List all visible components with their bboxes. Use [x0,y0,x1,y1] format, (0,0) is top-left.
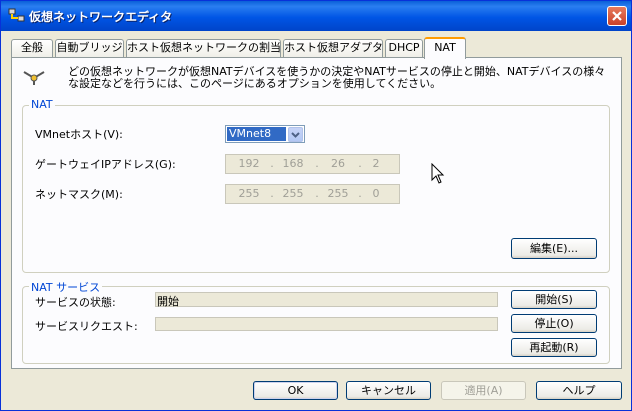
title-bar[interactable]: 仮想ネットワークエディタ [1,1,631,31]
octet-separator: . [270,187,274,200]
nat-device-icon [23,71,45,85]
vmnet-host-select[interactable]: VMnet8 [225,125,305,143]
window-title: 仮想ネットワークエディタ [29,10,173,24]
service-status-label: サービスの状態: [35,296,116,309]
ok-button[interactable]: OK [253,381,338,400]
octet-separator: . [315,187,319,200]
octet-separator: . [315,157,319,170]
nat-tab-panel: どの仮想ネットワークが仮想NATデバイスを使うかの決定やNATサービスの停止と開… [11,57,622,369]
service-request-label: サービスリクエスト: [35,320,138,333]
netmask-octet-1: 255 [238,187,260,200]
tab-nat[interactable]: NAT [424,37,466,59]
nat-group: NAT VMnetホスト(V): VMnet8 ゲートウェイIPアドレス(G):… [22,98,610,273]
edit-button[interactable]: 編集(E)... [511,238,597,259]
netmask-field[interactable]: 255 . 255 . 255 . 0 [225,184,400,204]
network-editor-icon [8,8,25,22]
restart-button[interactable]: 再起動(R) [511,338,597,357]
vmnet-host-label: VMnetホスト(V): [35,128,123,141]
service-request-field [155,317,498,331]
apply-button[interactable]: 適用(A) [441,381,526,400]
tab-host-virtual-adapter[interactable]: ホスト仮想アダプタ [283,39,383,57]
start-button[interactable]: 開始(S) [511,290,597,309]
close-button[interactable] [607,6,627,26]
description-text: どの仮想ネットワークが仮想NATデバイスを使うかの決定やNATサービスの停止と開… [68,65,606,90]
stop-button[interactable]: 停止(O) [511,314,597,333]
close-icon [612,11,622,21]
help-button[interactable]: ヘルプ [536,381,622,400]
gateway-octet-4: 2 [372,157,380,170]
gateway-octet-2: 168 [282,157,304,170]
netmask-octet-2: 255 [282,187,304,200]
netmask-octet-3: 255 [327,187,349,200]
tab-auto-bridge[interactable]: 自動ブリッジ [55,39,124,57]
tab-general[interactable]: 全般 [11,39,53,57]
gateway-label: ゲートウェイIPアドレス(G): [35,158,176,171]
netmask-label: ネットマスク(M): [35,188,123,201]
chevron-down-icon [291,132,300,138]
mouse-pointer-icon [431,163,445,184]
dropdown-arrow-button[interactable] [288,127,303,142]
nat-service-group: NAT サービス サービスの状態: 開始 サービスリクエスト: 開始(S) 停止… [22,279,610,364]
service-status-field: 開始 [155,292,498,308]
tab-dhcp[interactable]: DHCP [385,39,423,57]
vmnet-host-value: VMnet8 [226,126,287,142]
gateway-octet-1: 192 [238,157,260,170]
tab-host-network-assignment[interactable]: ホスト仮想ネットワークの割当て [126,39,281,57]
gateway-ip-field[interactable]: 192 . 168 . 26 . 2 [225,154,400,174]
nat-group-legend: NAT [29,98,55,111]
gateway-octet-3: 26 [331,157,345,170]
netmask-octet-4: 0 [372,187,380,200]
octet-separator: . [270,157,274,170]
service-status-value: 開始 [157,295,179,308]
nat-service-legend: NAT サービス [29,279,103,295]
dialog-window: 仮想ネットワークエディタ 全般 自動ブリッジ ホスト仮想ネットワークの割当て ホ… [0,0,632,411]
cancel-button[interactable]: キャンセル [346,381,431,400]
